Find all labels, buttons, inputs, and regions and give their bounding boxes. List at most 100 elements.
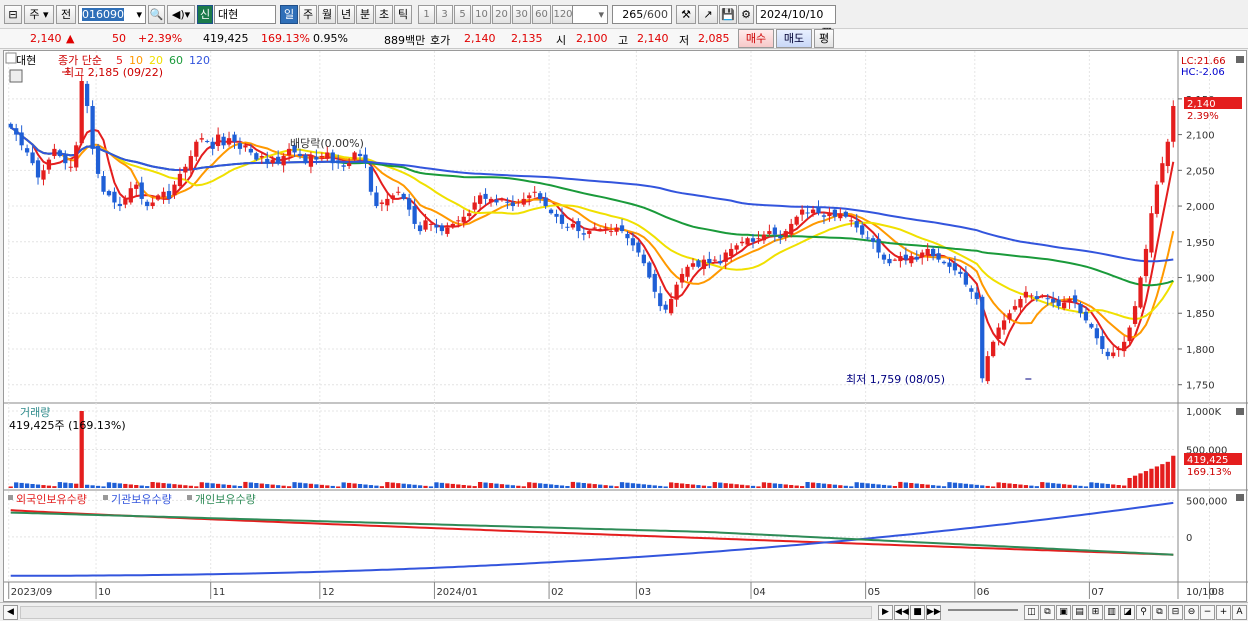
rewind-icon[interactable]: ◀◀	[894, 605, 909, 620]
candle-body	[139, 182, 144, 199]
candle-body	[101, 176, 106, 192]
interval-button-3[interactable]: 년	[337, 5, 355, 24]
x-axis-label: 07	[1091, 587, 1104, 598]
bar-count-field[interactable]: 265/600	[612, 5, 672, 24]
volume-panel-close-icon[interactable]	[1236, 408, 1244, 415]
interval-button-5[interactable]: 초	[375, 5, 393, 24]
tool-icon-7[interactable]: ◪	[1120, 605, 1135, 620]
tool-icon-4[interactable]: ▤	[1072, 605, 1087, 620]
volume-bar	[963, 483, 968, 488]
volume-bar	[614, 486, 619, 488]
sound-icon[interactable]: ◀)▾	[167, 5, 195, 24]
fast-forward-icon[interactable]: ▶▶	[926, 605, 941, 620]
custom-interval-input[interactable]: ▾	[572, 5, 608, 24]
candle-body	[117, 203, 123, 207]
candle-body	[608, 231, 614, 233]
tool-icon-5[interactable]: ⊞	[1088, 605, 1103, 620]
dividend-annotation: 배당락(0.00%)	[290, 137, 364, 150]
ma-legend-120: 120	[189, 54, 210, 67]
volume-bar	[1083, 486, 1089, 488]
period-type-select[interactable]: 주 ▾	[24, 5, 54, 24]
volume-bar	[352, 483, 357, 488]
chart-menu-icon[interactable]: ⊟	[4, 5, 22, 24]
stock-name-field[interactable]: 대현	[214, 5, 276, 24]
volume-bar	[1160, 464, 1165, 488]
sell-button[interactable]: 매도	[776, 29, 812, 48]
date-value: 2024/10/10	[760, 8, 824, 21]
volume-bar	[472, 486, 477, 488]
open-price: 2,100	[576, 32, 608, 45]
tool-icon-9[interactable]: ⧉	[1152, 605, 1167, 620]
table-icon[interactable]	[9, 69, 23, 83]
scroll-track[interactable]	[20, 606, 872, 619]
volume-bar	[1029, 485, 1034, 488]
candle-body	[499, 198, 505, 201]
stock-code-input[interactable]: 016090 ▾	[78, 5, 146, 24]
minute-option-20[interactable]: 20	[492, 5, 511, 24]
zoom-out-icon[interactable]: ⊖	[1184, 605, 1199, 620]
stop-icon[interactable]: ■	[910, 605, 925, 620]
candle-body	[210, 141, 215, 149]
high-label: 고	[618, 34, 629, 47]
chart-svg[interactable]: 2,1502,1002,0502,0001,9501,9001,8501,800…	[4, 51, 1248, 603]
gear-icon[interactable]: ⚙	[738, 5, 754, 24]
search-icon[interactable]: 🔍	[148, 5, 165, 24]
zoom-slider[interactable]	[948, 609, 1018, 615]
minute-option-5[interactable]: 5	[454, 5, 471, 24]
minute-option-10[interactable]: 10	[472, 5, 491, 24]
market-select[interactable]: 전	[56, 5, 76, 24]
tool-icon-8[interactable]: ⚲	[1136, 605, 1151, 620]
plus-icon[interactable]: +	[1216, 605, 1231, 620]
chart-area[interactable]: 2,1502,1002,0502,0001,9501,9001,8501,800…	[3, 50, 1248, 603]
tool-icon-3[interactable]: ▣	[1056, 605, 1071, 620]
tool-icon-10[interactable]: ⊟	[1168, 605, 1183, 620]
line-tool-icon[interactable]: ↗	[698, 5, 718, 24]
panel-menu-icon[interactable]	[5, 52, 17, 64]
chevron-down-icon[interactable]: ▾	[598, 6, 604, 23]
holding-tick-label: 500,000	[1186, 496, 1227, 507]
minute-option-30[interactable]: 30	[512, 5, 531, 24]
volume-bar	[892, 485, 898, 488]
eval-button[interactable]: 평	[814, 29, 834, 48]
volume-bar	[461, 484, 466, 488]
volume-bar	[619, 482, 625, 488]
interval-button-1[interactable]: 주	[299, 5, 317, 24]
minus-icon[interactable]: −	[1200, 605, 1215, 620]
interval-button-6[interactable]: 틱	[394, 5, 412, 24]
volume-bar	[101, 486, 106, 488]
interval-button-2[interactable]: 월	[318, 5, 336, 24]
minute-option-3[interactable]: 3	[436, 5, 453, 24]
scroll-left-icon[interactable]: ◀	[3, 605, 18, 620]
volume-bar	[690, 484, 696, 488]
chevron-down-icon[interactable]: ▾	[136, 6, 142, 23]
tool-icon-2[interactable]: ⧉	[1040, 605, 1055, 620]
high-annotation: 최고 2,185 (09/22)	[64, 66, 163, 79]
volume-bar	[991, 486, 996, 488]
minute-option-60[interactable]: 60	[532, 5, 551, 24]
candle-body	[625, 233, 630, 239]
minute-option-120[interactable]: 120	[552, 5, 574, 24]
play-icon[interactable]: ▶	[878, 605, 893, 620]
interval-button-4[interactable]: 분	[356, 5, 374, 24]
volume-bar	[810, 482, 816, 488]
volume-bar	[450, 483, 455, 488]
lc-label: LC:21.66	[1181, 56, 1226, 67]
minute-option-1[interactable]: 1	[418, 5, 435, 24]
candle-body	[79, 81, 84, 144]
volume-bar	[14, 482, 19, 488]
indicator-icon[interactable]: ⚒	[676, 5, 696, 24]
tool-icon-6[interactable]: ▥	[1104, 605, 1119, 620]
font-size-icon[interactable]: A	[1232, 605, 1247, 620]
candle-body	[161, 191, 166, 198]
candle-body	[276, 156, 281, 164]
date-input[interactable]: 2024/10/10▦	[756, 5, 836, 38]
candle-body	[581, 233, 586, 235]
price-panel-close-icon[interactable]	[1236, 56, 1244, 63]
x-axis-label: 10	[98, 587, 111, 598]
tool-icon-1[interactable]: ◫	[1024, 605, 1039, 620]
buy-button[interactable]: 매수	[738, 29, 774, 48]
holding-panel-close-icon[interactable]	[1236, 494, 1244, 501]
candle-body	[1023, 291, 1029, 298]
save-icon[interactable]: 💾	[719, 5, 737, 24]
interval-button-0[interactable]: 일	[280, 5, 298, 24]
